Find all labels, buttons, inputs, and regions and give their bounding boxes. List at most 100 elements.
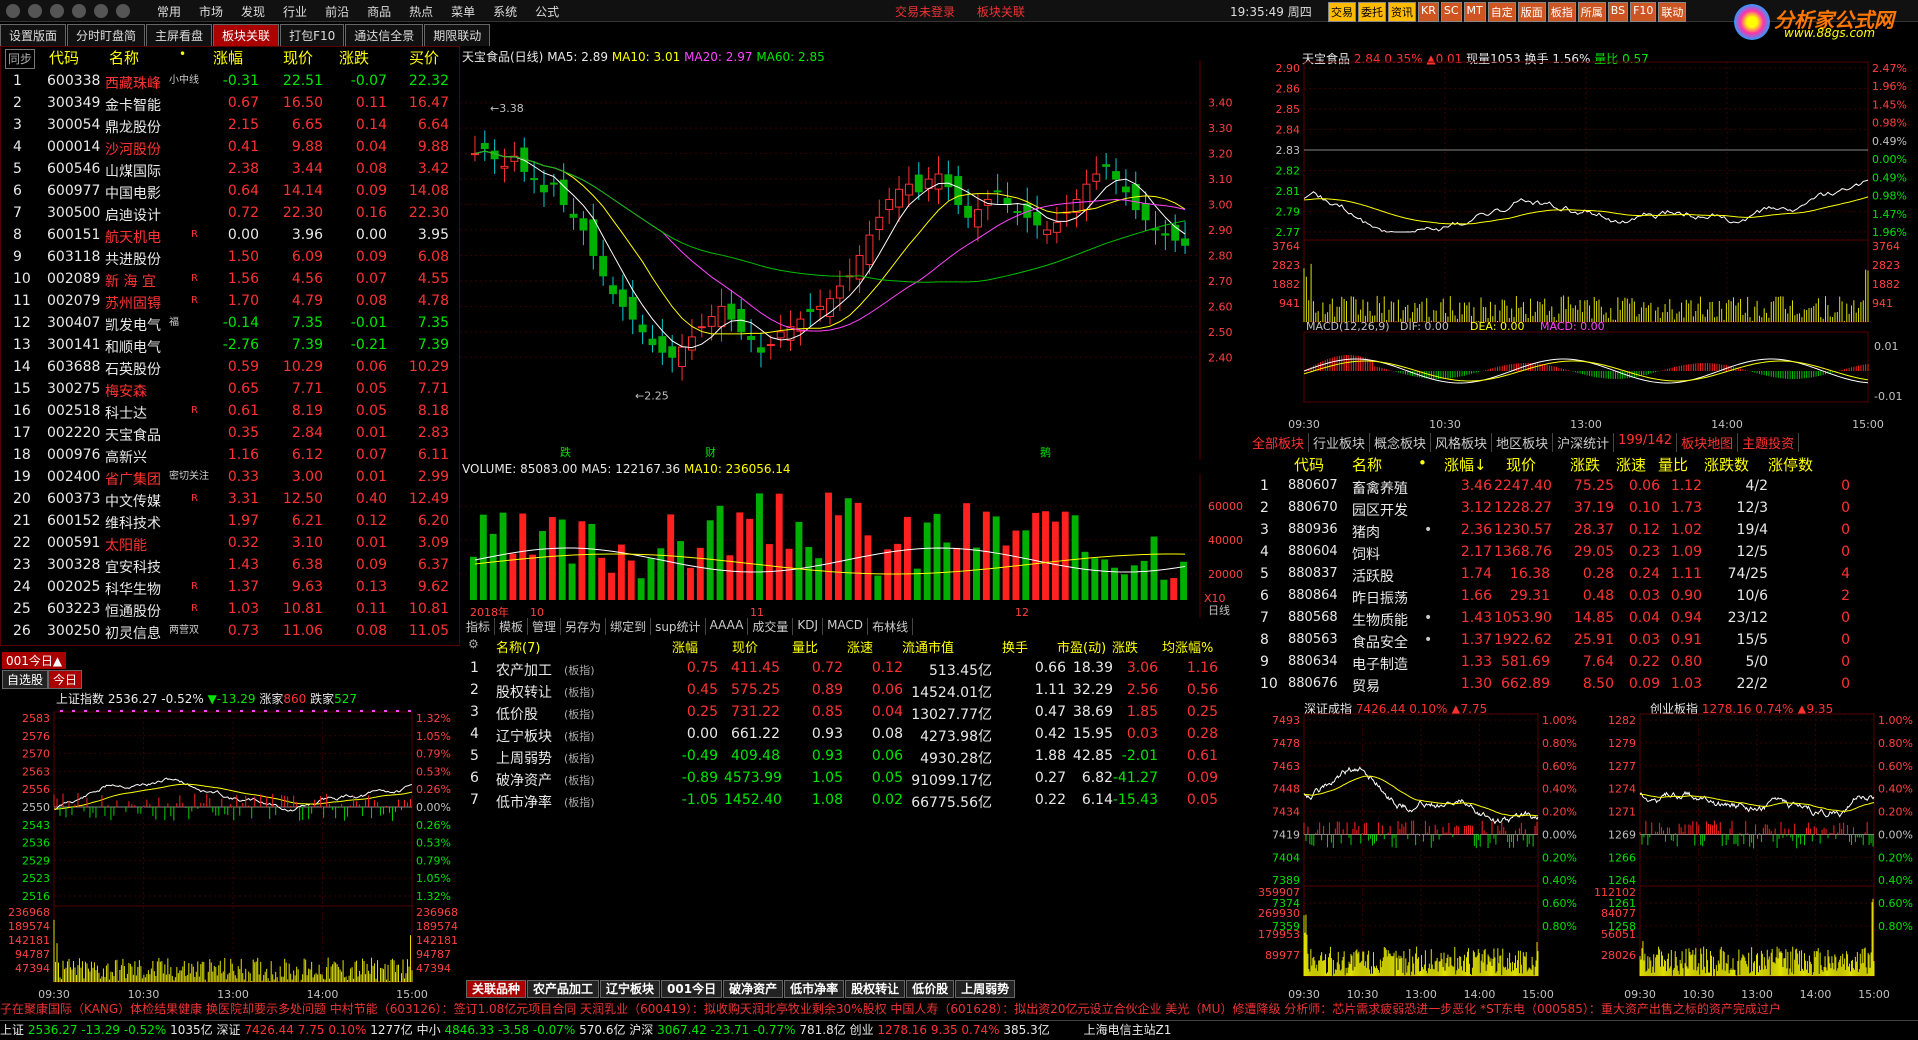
menu-item-8[interactable]: 系统 — [484, 3, 526, 20]
industry-header-5[interactable]: 涨跌 — [1570, 454, 1600, 475]
layout-tab-0[interactable]: 设置版面 — [0, 24, 67, 46]
tool-button-3[interactable]: KR — [1418, 2, 1439, 22]
industry-row[interactable]: 2 880670 园区开发 3.12 1228.27 37.19 0.10 1.73 12/3 0 — [1248, 498, 1918, 520]
kline-tool-9[interactable]: MACD — [823, 618, 869, 635]
industry-row[interactable]: 5 880837 活跃股 1.74 16.38 0.28 0.24 1.11 74/25 4 — [1248, 564, 1918, 586]
industry-header-7[interactable]: 量比 — [1658, 454, 1688, 475]
industry-row[interactable]: 6 880864 昨日振荡 1.66 29.31 0.48 0.03 0.90 10/6 2 — [1248, 586, 1918, 608]
list-header-2[interactable]: 名称 — [109, 47, 139, 67]
kline-tool-0[interactable]: 指标 — [462, 618, 496, 635]
menu-item-7[interactable]: 菜单 — [442, 3, 484, 20]
bottom-tab-2[interactable]: 辽宁板块 — [600, 980, 661, 998]
industry-header-6[interactable]: 涨速 — [1616, 454, 1646, 475]
layout-tab-4[interactable]: 打包F10 — [280, 24, 345, 46]
stock-row[interactable]: 25 603223 恒通股份 1.03 10.81 0.11 10.81 R — [1, 599, 461, 621]
window-circle-icon[interactable] — [50, 4, 64, 18]
industry-header-4[interactable]: 现价 — [1506, 454, 1536, 475]
industry-tab-1[interactable]: 行业板块 — [1309, 433, 1371, 452]
industry-tab-5[interactable]: 沪深统计 — [1553, 433, 1615, 452]
list-header-5[interactable]: 现价 — [283, 47, 313, 67]
tool-button-12[interactable]: 联动 — [1658, 2, 1687, 22]
window-circle-icon[interactable] — [28, 4, 42, 18]
bottom-tab-4[interactable]: 破净资产 — [723, 980, 784, 998]
tab-watchlist[interactable]: 自选股 — [2, 670, 49, 689]
window-circle-icon[interactable] — [116, 4, 130, 18]
news-ticker[interactable]: 子在聚康国际（KANG）体检结果健康 换医院却要示多处问题 中村节能（60312… — [0, 1000, 1918, 1018]
stock-row[interactable]: 26 300250 初灵信息 0.73 11.06 0.08 11.05 两营双 — [1, 621, 461, 643]
industry-row[interactable]: 9 880634 电子制造 1.33 581.69 7.64 0.22 0.80 5/0 0 — [1248, 652, 1918, 674]
kline-chart[interactable]: 3.40 3.30 3.20 3.10 3.00 2.90 2.80 2.70 2.60 2.50… — [460, 60, 1248, 460]
sector-row[interactable]: 3 低价股 (板指) 0.25 731.22 0.85 0.04 13027.77亿 0.47 3… — [462, 702, 1236, 724]
stock-row[interactable]: 21 600152 维科技术 1.97 6.21 0.12 6.20 — [1, 511, 461, 533]
stock-row[interactable]: 10 002089 新 海 宜 1.56 4.56 0.07 4.55 R — [1, 269, 461, 291]
industry-header-2[interactable]: • — [1418, 454, 1427, 472]
sector-header-3[interactable]: 量比 — [792, 637, 818, 656]
industry-header-3[interactable]: 涨幅↓ — [1444, 454, 1487, 475]
list-header-0[interactable]: 同步 — [5, 49, 36, 69]
industry-tab-3[interactable]: 风格板块 — [1431, 433, 1493, 452]
list-header-3[interactable]: • — [179, 47, 186, 67]
window-circle-icon[interactable] — [6, 4, 20, 18]
volume-chart[interactable]: 600004000020000X10日线2018年 10 11 12 — [460, 474, 1248, 618]
industry-tab-8[interactable]: 主题投资 — [1738, 433, 1800, 452]
industry-header-1[interactable]: 名称 — [1352, 454, 1382, 475]
layout-tab-5[interactable]: 通达信全景 — [345, 24, 424, 46]
stock-row[interactable]: 12 300407 凯发电气 -0.14 7.35 -0.01 7.35 福 — [1, 313, 461, 335]
tool-button-2[interactable]: 资讯 — [1388, 2, 1416, 22]
industry-header-9[interactable]: 涨停数 — [1768, 454, 1813, 475]
stock-row[interactable]: 17 002220 天宝食品 0.35 2.84 0.01 2.83 — [1, 423, 461, 445]
kline-tool-10[interactable]: 布林线 — [868, 618, 914, 635]
tool-button-5[interactable]: MT — [1463, 2, 1486, 22]
sector-header-2[interactable]: 现价 — [732, 637, 758, 656]
stock-row[interactable]: 11 002079 苏州固锝 1.70 4.79 0.08 4.78 R — [1, 291, 461, 313]
sector-header-4[interactable]: 涨速 — [847, 637, 873, 656]
layout-tab-1[interactable]: 分时盯盘简 — [67, 24, 146, 46]
layout-tab-3[interactable]: 板块关联 — [213, 24, 280, 46]
industry-tab-6[interactable]: 199/142 — [1614, 433, 1678, 452]
list-header-1[interactable]: 代码 — [49, 47, 79, 67]
industry-row[interactable]: 7 880568 生物质能 • 1.43 1053.90 14.85 0.04 0.94 23/1… — [1248, 608, 1918, 630]
kline-tool-2[interactable]: 管理 — [528, 618, 562, 635]
tool-button-4[interactable]: SC — [1440, 2, 1462, 22]
sector-row[interactable]: 1 农产加工 (板指) 0.75 411.45 0.72 0.12 513.45亿 0.66 18… — [462, 658, 1236, 680]
industry-row[interactable]: 4 880604 饲料 2.17 1368.76 29.05 0.23 1.09 12/5 0 — [1248, 542, 1918, 564]
kline-tool-6[interactable]: AAAA — [706, 618, 749, 635]
industry-tab-7[interactable]: 板块地图 — [1677, 433, 1739, 452]
kline-tool-1[interactable]: 模板 — [495, 618, 529, 635]
settings-gear-icon[interactable]: ⚙ — [468, 637, 479, 651]
menu-item-0[interactable]: 常用 — [148, 3, 190, 20]
industry-row[interactable]: 1 880607 畜禽养殖 3.46 2247.40 75.25 0.06 1.12 4/2 0 — [1248, 476, 1918, 498]
tool-button-7[interactable]: 版面 — [1517, 2, 1546, 22]
kline-tool-5[interactable]: sup统计 — [651, 618, 706, 635]
industry-row[interactable]: 8 880563 食品安全 • 1.37 1922.62 25.91 0.03 0.91 15/5… — [1248, 630, 1918, 652]
stock-row[interactable]: 22 000591 太阳能 0.32 3.10 0.01 3.09 — [1, 533, 461, 555]
stock-row[interactable]: 15 300275 梅安森 0.65 7.71 0.05 7.71 — [1, 379, 461, 401]
window-circle-icon[interactable] — [72, 4, 86, 18]
tool-button-1[interactable]: 委托 — [1358, 2, 1386, 22]
stock-row[interactable]: 7 300500 启迪设计 0.72 22.30 0.16 22.30 — [1, 203, 461, 225]
stock-row[interactable]: 1 600338 西藏珠峰 -0.31 22.51 -0.07 22.32 小中线 — [1, 71, 461, 93]
sector-header-8[interactable]: 涨跌 — [1112, 637, 1138, 656]
stock-row[interactable]: 19 002400 省广集团 0.33 3.00 0.01 2.99 密切关注 — [1, 467, 461, 489]
list-header-6[interactable]: 涨跌 — [339, 47, 369, 67]
window-circle-icon[interactable] — [94, 4, 108, 18]
tool-button-0[interactable]: 交易 — [1328, 2, 1356, 22]
menu-item-5[interactable]: 商品 — [358, 3, 400, 20]
stock-row[interactable]: 5 600546 山煤国际 2.38 3.44 0.08 3.42 — [1, 159, 461, 181]
stock-row[interactable]: 14 603688 石英股份 0.59 10.29 0.06 10.29 — [1, 357, 461, 379]
sector-row[interactable]: 6 破净资产 (板指) -0.89 4573.99 1.05 0.05 91099.17亿 0.… — [462, 768, 1236, 790]
menu-item-4[interactable]: 前沿 — [316, 3, 358, 20]
menu-item-2[interactable]: 发现 — [232, 3, 274, 20]
bottom-tab-5[interactable]: 低市净率 — [784, 980, 845, 998]
industry-tab-0[interactable]: 全部板块 — [1248, 433, 1310, 452]
stock-row[interactable]: 8 600151 航天机电 0.00 3.96 0.00 3.95 R — [1, 225, 461, 247]
kline-tool-3[interactable]: 另存为 — [561, 618, 607, 635]
block-relation-link[interactable]: 板块关联 — [977, 5, 1025, 19]
sector-header-7[interactable]: 市盈(动) — [1057, 637, 1106, 656]
bottom-tab-3[interactable]: 001今日 — [661, 980, 723, 998]
sector-row[interactable]: 2 股权转让 (板指) 0.45 575.25 0.89 0.06 14524.01亿 1.11… — [462, 680, 1236, 702]
industry-tab-2[interactable]: 概念板块 — [1370, 433, 1432, 452]
menu-item-1[interactable]: 市场 — [190, 3, 232, 20]
layout-tab-2[interactable]: 主屏看盘 — [146, 24, 213, 46]
stock-row[interactable]: 23 300328 宜安科技 1.43 6.38 0.09 6.37 — [1, 555, 461, 577]
